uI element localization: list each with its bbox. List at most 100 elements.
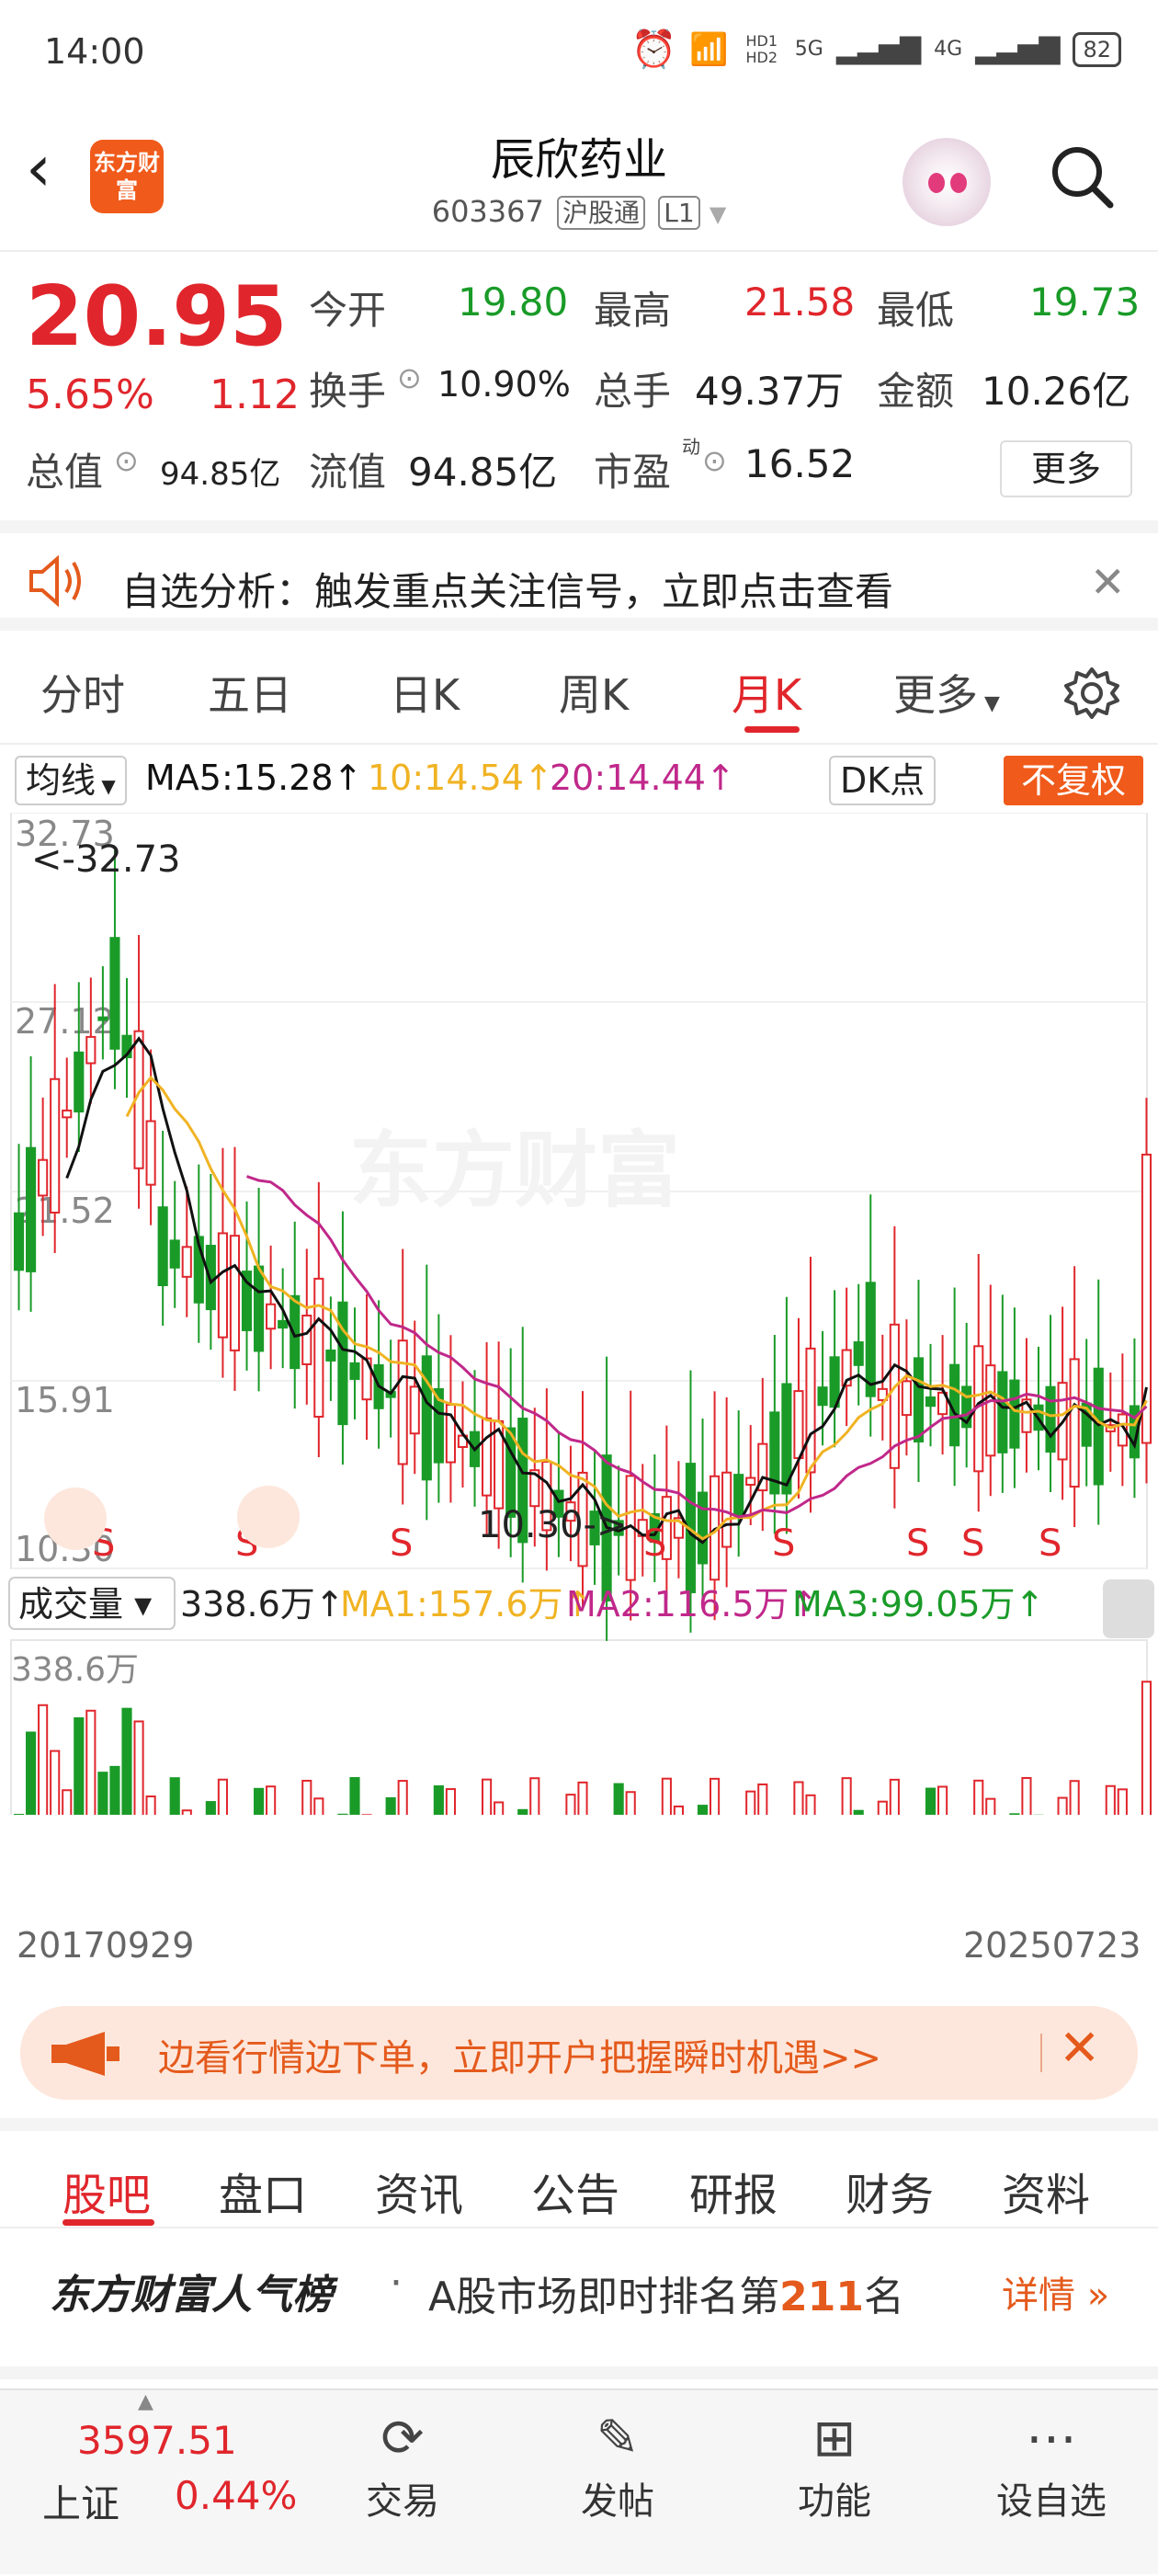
tab-monthly[interactable]: 月K: [732, 662, 801, 723]
ma5-legend: MA5:15.28↑: [145, 758, 362, 798]
candle: [423, 1356, 431, 1479]
period-tabs: 分时 五日 日K 周K 月K 更多 ▼: [0, 634, 1158, 745]
fullscreen-button[interactable]: [237, 1486, 300, 1548]
rank-dot: ·: [390, 2260, 403, 2307]
volume-bar: [350, 1778, 358, 1815]
candle: [1046, 1387, 1054, 1452]
nav-post[interactable]: ✎ 发帖: [535, 2407, 700, 2525]
rank-number: 211: [779, 2274, 864, 2320]
info-icon-3[interactable]: ⊙: [702, 443, 727, 478]
candle: [399, 1340, 407, 1464]
price-axis-label: 15.91: [15, 1380, 115, 1420]
volume-bar: [938, 1786, 947, 1815]
tab-profile[interactable]: 资料: [1002, 2159, 1090, 2223]
candlestick-chart[interactable]: 东方财富32.7327.1221.5215.9110.30<-32.7310.3…: [0, 813, 1158, 1815]
status-icons: ⏰ 📶 HD1 HD2 5G ▂▃▅▇ 4G ▂▃▅▇ 82: [631, 28, 1121, 71]
watermark: 东方财富: [349, 1123, 680, 1219]
nav-function-label: 功能: [752, 2471, 917, 2525]
active-subtab-indicator: [62, 2219, 154, 2226]
volume-bar: [482, 1780, 491, 1815]
volume-bar: [627, 1792, 635, 1815]
volume-bar: [51, 1751, 59, 1815]
candle: [326, 1351, 335, 1361]
speaker-icon: [28, 555, 85, 607]
nav-trade[interactable]: ⟳ 交易: [320, 2407, 485, 2525]
volume-bar: [110, 1767, 119, 1815]
assistant-avatar[interactable]: [903, 138, 991, 226]
candle: [1071, 1359, 1079, 1487]
no-adjust-button[interactable]: 不复权: [1004, 756, 1143, 805]
candle: [1095, 1369, 1103, 1485]
info-icon[interactable]: ⊙: [397, 360, 422, 395]
high-value: 21.58: [744, 279, 855, 325]
bottom-nav: ▲ 3597.51 上证 0.44% ⟳ 交易 ✎ 发帖 ⊞ 功能 ⋯ 设自选: [0, 2388, 1158, 2574]
turnover-label: 换手: [309, 360, 386, 416]
popularity-rank[interactable]: 东方财富人气榜 · A股市场即时排名第211名 详情 »: [0, 2228, 1158, 2339]
close-icon[interactable]: ✕: [1090, 557, 1126, 607]
nav-add-watch[interactable]: ⋯ 设自选: [969, 2407, 1134, 2525]
ma20-line: [247, 1177, 1147, 1517]
index-widget[interactable]: ▲ 3597.51 上证 0.44%: [0, 2390, 331, 2576]
tab-more[interactable]: 更多 ▼: [893, 662, 1000, 723]
nav-function[interactable]: ⊞ 功能: [752, 2407, 917, 2525]
volume-bar: [447, 1789, 455, 1815]
chevron-down-icon-3: ▼: [96, 775, 116, 797]
volume-bar: [1022, 1778, 1030, 1815]
tab-finance[interactable]: 财务: [846, 2159, 934, 2223]
tab-5day[interactable]: 五日: [208, 662, 292, 723]
collapse-panel-button[interactable]: [1103, 1579, 1154, 1638]
open-value: 19.80: [458, 279, 568, 325]
nav-add-watch-label: 设自选: [969, 2471, 1134, 2525]
rank-text: A股市场即时排名第211名: [428, 2263, 904, 2322]
indicator-label: 均线: [26, 760, 96, 801]
info-icon-2[interactable]: ⊙: [114, 443, 139, 478]
candle: [86, 1037, 95, 1064]
tab-announce[interactable]: 公告: [531, 2159, 619, 2223]
kline-chart-area: 均线 ▼ MA5:15.28↑ 10:14.54↑ 20:14.44↑ DK点 …: [0, 747, 1158, 1997]
sell-signal: S: [961, 1522, 984, 1565]
tab-pankou[interactable]: 盘口: [219, 2159, 307, 2223]
tab-news[interactable]: 资讯: [375, 2159, 463, 2223]
tab-daily[interactable]: 日K: [390, 662, 460, 723]
turnover-value: 10.90%: [437, 364, 571, 405]
up-arrow-icon: ▲: [138, 2390, 153, 2413]
indicator-select[interactable]: 均线 ▼: [15, 756, 127, 805]
tab-guba[interactable]: 股吧: [62, 2159, 151, 2223]
volume-bar: [1010, 1814, 1018, 1815]
notice-text: 自选分析：触发重点关注信号，立即点击查看: [121, 561, 893, 617]
candle: [338, 1303, 346, 1424]
volume-bar: [926, 1789, 935, 1815]
search-icon[interactable]: [1048, 142, 1116, 211]
tab-weekly[interactable]: 周K: [559, 662, 629, 723]
max-price-marker: <-32.73: [31, 838, 180, 881]
candle: [998, 1372, 1006, 1452]
candle: [926, 1397, 935, 1406]
banner-divider: [1040, 2034, 1042, 2072]
close-icon-2[interactable]: ✕: [1059, 2019, 1100, 2077]
status-time: 14:00: [44, 31, 145, 72]
tab-research[interactable]: 研报: [689, 2159, 778, 2223]
candle: [806, 1349, 814, 1473]
rank-detail-link[interactable]: 详情 »: [1002, 2265, 1109, 2319]
settings-gear-icon[interactable]: [1062, 664, 1121, 723]
volume-bar: [578, 1783, 586, 1815]
notice-bar[interactable]: 自选分析：触发重点关注信号，立即点击查看 ✕: [0, 520, 1158, 631]
expand-left-button[interactable]: [44, 1487, 107, 1550]
amount-value: 10.26亿: [982, 360, 1130, 416]
promo-banner[interactable]: 边看行情边下单，立即开户把握瞬时机遇>> ✕: [20, 2006, 1138, 2100]
battery-icon: 82: [1073, 32, 1121, 67]
yen-refresh-icon: ⟳: [320, 2407, 485, 2471]
dk-point-button[interactable]: DK点: [829, 756, 936, 805]
volume-bar: [1118, 1789, 1127, 1815]
signal-4g-icon: 4G: [934, 38, 962, 61]
volume-bar: [267, 1786, 275, 1815]
content-tabs: 股吧 盘口 资讯 公告 研报 财务 资料: [0, 2118, 1158, 2228]
tab-intraday[interactable]: 分时: [40, 662, 125, 723]
low-value: 19.73: [1029, 279, 1140, 325]
index-change: 0.44%: [175, 2473, 297, 2518]
more-button[interactable]: 更多: [1000, 440, 1132, 497]
candle: [110, 938, 119, 1049]
signal-bars-icon: ▂▃▅▇: [836, 33, 921, 65]
volume-bar: [758, 1784, 766, 1815]
volume-bar: [435, 1786, 443, 1815]
